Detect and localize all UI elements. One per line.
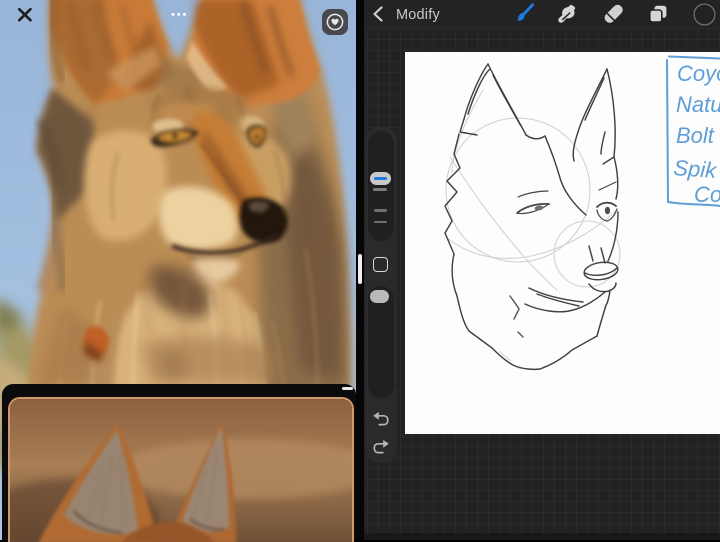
svg-text:Bolt: Bolt xyxy=(676,123,715,148)
svg-text:Co: Co xyxy=(694,182,720,207)
svg-text:Coyo: Coyo xyxy=(677,61,720,86)
svg-text:Spik: Spik xyxy=(673,155,718,183)
svg-text:Natu: Natu xyxy=(676,92,720,117)
